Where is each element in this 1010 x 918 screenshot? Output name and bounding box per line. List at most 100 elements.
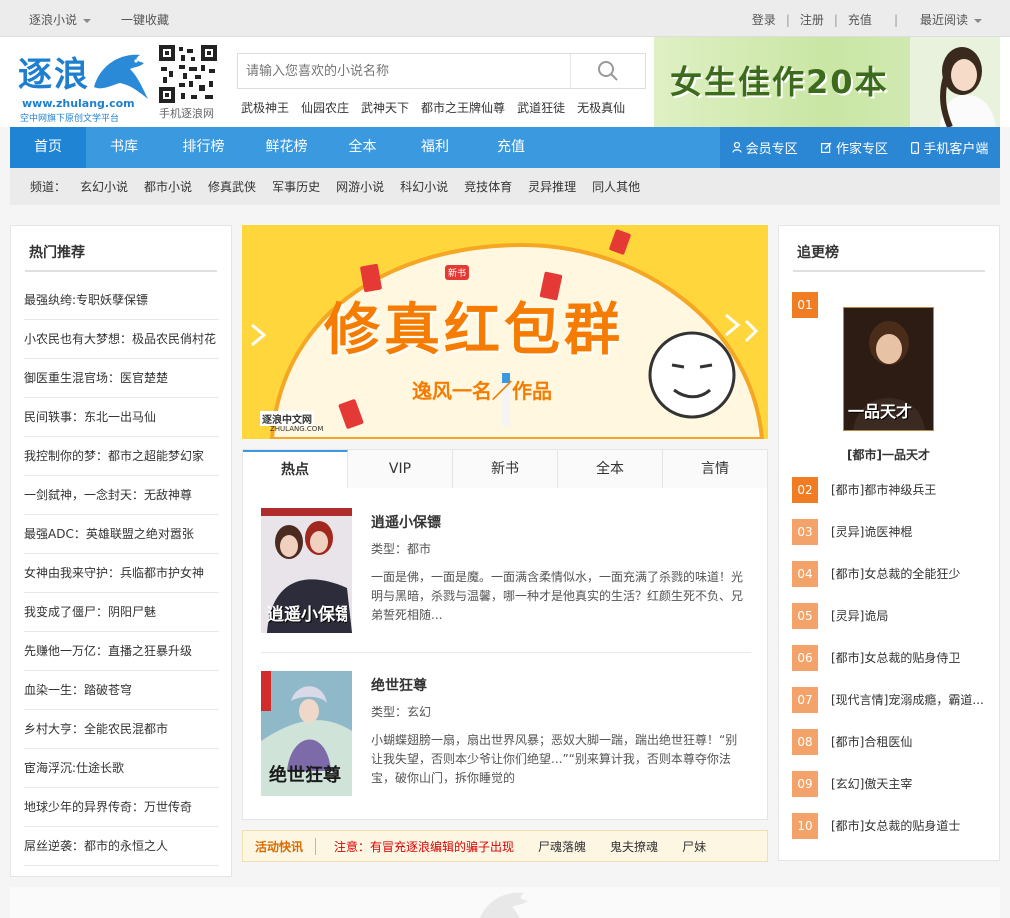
chevron-right-icon (744, 319, 759, 343)
channel-link[interactable]: 玄幻小说 (80, 178, 128, 195)
news-link[interactable]: 尸妹 (682, 838, 706, 855)
rank-number: 08 (792, 729, 818, 755)
divider: | (833, 12, 838, 27)
register-link[interactable]: 注册 (800, 11, 824, 28)
rank-item[interactable]: 05 [灵异]诡局 (792, 603, 992, 629)
news-link[interactable]: 注意：有冒充逐浪编辑的骗子出现 (334, 838, 514, 855)
rank-number: 03 (792, 519, 818, 545)
search-button[interactable] (570, 54, 645, 88)
hot-search-words: 武极神王 仙园农庄 武神天下 都市之王牌仙尊 武道狂徒 无极真仙 (241, 99, 625, 116)
rank-item[interactable]: 02 [都市]都市神级兵王 (792, 477, 992, 503)
channel-link[interactable]: 军事历史 (272, 178, 320, 195)
hot-word-link[interactable]: 都市之王牌仙尊 (421, 99, 505, 116)
nav-item[interactable]: 首页 (10, 127, 86, 168)
list-item[interactable]: 御医重生混官场：医官楚楚 (24, 359, 219, 398)
book-item[interactable]: 逍遥小保镖 逍遥小保镖 类型：都市 一面是佛，一面是魔。一面满含柔情似水，一面充… (261, 508, 751, 658)
channel-link[interactable]: 都市小说 (144, 178, 192, 195)
tab-item[interactable]: 全本 (558, 450, 663, 488)
carousel-prev-arrow-icon[interactable] (244, 311, 274, 351)
rank-number: 07 (792, 687, 818, 713)
site-menu[interactable]: 逐浪小说 (29, 11, 92, 28)
rank-item[interactable]: 07 [现代言情]宠溺成瘾，霸道... (792, 687, 992, 713)
book-item[interactable]: 绝世狂尊 绝世狂尊 类型：玄幻 小蝴蝶翅膀一扇，扇出世界风暴；恶奴大脚一踹，踹出… (261, 671, 751, 821)
hot-word-link[interactable]: 仙园农庄 (301, 99, 349, 116)
list-item[interactable]: 乡村大亨：全能农民混都市 (24, 710, 219, 749)
channel-link[interactable]: 网游小说 (336, 178, 384, 195)
tab-item[interactable]: 热点 (243, 450, 348, 488)
book-cover-title: 绝世狂尊 (269, 765, 341, 786)
carousel-next-arrow-icon[interactable] (736, 311, 766, 351)
list-item[interactable]: 我变成了僵尸：阴阳尸魅 (24, 593, 219, 632)
list-item[interactable]: 小农民也有大梦想：极品农民俏村花 (24, 320, 219, 359)
bookmark-link[interactable]: 一键收藏 (121, 11, 169, 28)
carousel-subtitle: 逸风一名／作品 (412, 379, 552, 403)
list-item[interactable]: 最强纨绔:专职妖孽保镖 (24, 281, 219, 320)
mobile-client-link[interactable]: 手机客户端 (911, 138, 988, 157)
news-link[interactable]: 鬼夫撩魂 (610, 838, 658, 855)
nav-item[interactable]: 全本 (328, 127, 397, 168)
list-item[interactable]: 女神由我来守护：兵临都市护女神 (24, 554, 219, 593)
rank-item[interactable]: 10 [都市]女总裁的贴身道士 (792, 813, 992, 839)
member-zone-link[interactable]: 会员专区 (732, 138, 798, 157)
list-item[interactable]: 一剑弑神，一念封天：无敌神尊 (24, 476, 219, 515)
nav-item[interactable]: 书库 (86, 127, 162, 168)
tab-item[interactable]: VIP (348, 450, 453, 488)
login-link[interactable]: 登录 (752, 11, 776, 28)
list-item[interactable]: 屌丝逆袭：都市的永恒之人 (24, 827, 219, 866)
list-item[interactable]: 民间轶事：东北一出马仙 (24, 398, 219, 437)
nav-item[interactable]: 充值 (473, 127, 549, 168)
list-item[interactable]: 地球少年的异界传奇：万世传奇 (24, 788, 219, 827)
channel-bar: 频道： 玄幻小说 都市小说 修真武侠 军事历史 网游小说 科幻小说 竞技体育 灵异推理 同人其他 (10, 168, 1000, 205)
nav-item[interactable]: 福利 (397, 127, 473, 168)
carousel-brand-url: ZHULANG.COM (270, 425, 324, 433)
channel-link[interactable]: 修真武侠 (208, 178, 256, 195)
channel-link[interactable]: 科幻小说 (400, 178, 448, 195)
chevron-down-icon (974, 18, 982, 23)
channel-link[interactable]: 同人其他 (592, 178, 640, 195)
hot-word-link[interactable]: 武神天下 (361, 99, 409, 116)
hot-word-link[interactable]: 武道狂徒 (517, 99, 565, 116)
list-item[interactable]: 我控制你的梦：都市之超能梦幻家 (24, 437, 219, 476)
update-rank-panel: 追更榜 01 一品天才 [都市]一品天才 02 [都市]都市神级兵王 03 [灵异]诡… (778, 225, 1000, 861)
carousel-banner[interactable]: 修真红包群 逸风一名／作品 逐浪中文网 ZHULANG.COM 新书 (242, 225, 768, 439)
rank-number: 01 (792, 292, 818, 318)
rank-item[interactable]: 09 [玄幻]傲天主宰 (792, 771, 992, 797)
hot-word-link[interactable]: 无极真仙 (577, 99, 625, 116)
mobile-phone-icon (911, 141, 920, 154)
tab-item[interactable]: 言情 (663, 450, 767, 488)
nav-item[interactable]: 鲜花榜 (245, 127, 328, 168)
recent-reading-menu[interactable]: 最近阅读 (920, 11, 982, 28)
author-zone-link[interactable]: 作家专区 (820, 138, 888, 157)
rank-item[interactable]: 03 [灵异]诡医神棍 (792, 519, 992, 545)
rank-title: [玄幻]傲天主宰 (831, 777, 913, 791)
hot-word-link[interactable]: 武极神王 (241, 99, 289, 116)
book-type: 类型：都市 (371, 542, 432, 556)
list-item[interactable]: 先赚他一万亿：直播之狂暴升级 (24, 632, 219, 671)
book-cover-title: 逍遥小保镖 (267, 605, 347, 625)
nav-item[interactable]: 排行榜 (162, 127, 245, 168)
book-tabs: 热点 VIP 新书 全本 言情 (242, 449, 768, 489)
promo-banner[interactable]: 女生佳作20本 (654, 37, 1000, 127)
rank-top-title: [都市]一品天才 (847, 448, 930, 462)
rank-item[interactable]: 08 [都市]合租医仙 (792, 729, 992, 755)
book-title[interactable]: 逍遥小保镖 (371, 512, 441, 532)
list-item[interactable]: 血染一生：踏破苍穹 (24, 671, 219, 710)
channel-link[interactable]: 灵异推理 (528, 178, 576, 195)
search-input[interactable] (238, 54, 571, 88)
rank-item[interactable]: 06 [都市]女总裁的贴身侍卫 (792, 645, 992, 671)
site-logo[interactable]: 逐浪 www.zhulang.com 空中网旗下原创文学平台 (18, 47, 153, 124)
news-bar: 活动快讯 注意：有冒充逐浪编辑的骗子出现 尸魂落魄 鬼夫撩魂 尸妹 (242, 830, 768, 862)
tab-item[interactable]: 新书 (453, 450, 558, 488)
rank-title: [都市]女总裁的全能狂少 (831, 567, 961, 581)
rank-title: [都市]都市神级兵王 (831, 483, 937, 497)
book-title[interactable]: 绝世狂尊 (371, 675, 427, 695)
rank-number: 04 (792, 561, 818, 587)
list-item[interactable]: 宦海浮沉:仕途长歌 (24, 749, 219, 788)
channel-link[interactable]: 竞技体育 (464, 178, 512, 195)
news-link[interactable]: 尸魂落魄 (538, 838, 586, 855)
rank-item[interactable]: 04 [都市]女总裁的全能狂少 (792, 561, 992, 587)
recharge-link[interactable]: 充值 (848, 11, 872, 28)
book-description: 一面是佛，一面是魔。一面满含柔情似水，一面充满了杀戮的味道！光明与黑暗，杀戮与温… (371, 570, 744, 622)
rank-title: [都市]合租医仙 (831, 735, 913, 749)
list-item[interactable]: 最强ADC：英雄联盟之绝对嚣张 (24, 515, 219, 554)
